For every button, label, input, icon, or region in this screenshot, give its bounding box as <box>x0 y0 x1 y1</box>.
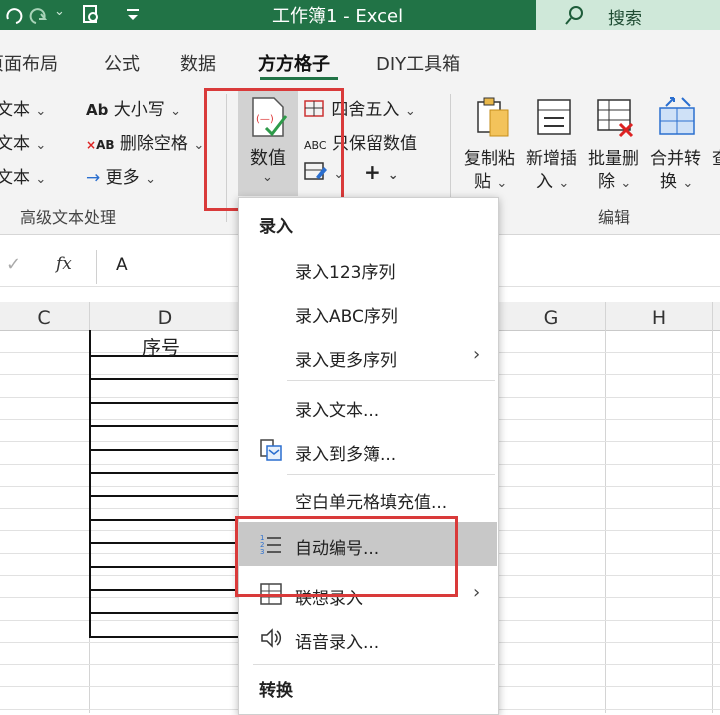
menu-item-input-multi-workbook[interactable]: 录入到多簿... <box>295 440 396 465</box>
merge-convert-button[interactable]: 合并转 换 ⌄ <box>648 92 708 192</box>
multi-workbook-icon <box>260 439 282 461</box>
group-label-edit: 编辑 <box>598 208 631 227</box>
menu-item-input-123[interactable]: 录入123序列 <box>295 258 395 283</box>
column-header-d[interactable]: D <box>90 302 240 330</box>
document-title: 工作簿1 - Excel <box>272 6 404 27</box>
group-label-text: 高级文本处理 <box>20 208 117 227</box>
table-row-border <box>89 378 239 380</box>
case-icon: Ab <box>86 101 109 119</box>
values-highlight-box <box>204 88 344 211</box>
tab-data[interactable]: 数据 <box>180 50 216 76</box>
submenu-arrow-icon: › <box>473 344 481 365</box>
text-item-1[interactable]: 文本 ⌄ <box>0 95 46 120</box>
enter-check-icon[interactable]: ✓ <box>6 254 21 275</box>
tab-page-layout[interactable]: 页面布局 <box>0 50 58 76</box>
text-item-2[interactable]: 文本 ⌄ <box>0 129 46 154</box>
bordered-range <box>89 330 239 638</box>
customize-icon[interactable] <box>124 6 142 24</box>
redo-dropdown-icon[interactable]: ⌄ <box>54 4 65 19</box>
search-label: 搜索 <box>608 9 642 29</box>
auto-number-highlight-box <box>235 516 458 597</box>
column-header-c[interactable]: C <box>0 302 88 330</box>
menu-item-voice-input[interactable]: 语音录入... <box>295 628 379 653</box>
tab-formulas[interactable]: 公式 <box>104 50 140 76</box>
formula-input[interactable]: A <box>116 255 128 275</box>
search-icon <box>565 6 583 25</box>
find-button-partial[interactable]: 查 <box>712 144 720 169</box>
table-row-border <box>89 425 239 427</box>
remove-space-icon: ×AB <box>86 138 115 152</box>
arrow-right-icon: → <box>86 168 101 188</box>
remove-space-button[interactable]: ×AB 删除空格 ⌄ <box>86 129 204 154</box>
column-header-g[interactable]: G <box>496 302 606 330</box>
text-item-3[interactable]: 文本 ⌄ <box>0 163 46 188</box>
speaker-icon <box>261 628 282 648</box>
merge-cells-icon <box>659 97 695 135</box>
insert-rows-icon <box>537 99 571 135</box>
menu-item-input-abc[interactable]: 录入ABC序列 <box>295 302 398 327</box>
redo-icon[interactable] <box>28 5 48 25</box>
menu-item-input-text[interactable]: 录入文本... <box>295 396 379 421</box>
menu-item-input-more[interactable]: 录入更多序列 <box>295 346 397 371</box>
clipboard-icon <box>477 97 509 137</box>
table-row-border <box>89 472 239 474</box>
table-row-border <box>89 449 239 451</box>
table-row-border <box>89 566 239 568</box>
plus-button[interactable]: + ⌄ <box>364 160 399 184</box>
tab-diy-toolbox[interactable]: DIY工具箱 <box>376 50 460 76</box>
print-preview-icon[interactable] <box>80 4 102 26</box>
menu-item-fill-blank[interactable]: 空白单元格填充值... <box>295 488 447 513</box>
submenu-arrow-icon-2: › <box>473 582 481 603</box>
header-cell-d1[interactable]: 序号 <box>142 333 180 360</box>
batch-delete-button[interactable]: 批量删 除 ⌄ <box>586 92 646 192</box>
tab-fangfange[interactable]: 方方格子 <box>258 50 330 76</box>
values-dropdown-menu: 录入 录入123序列 录入ABC序列 录入更多序列 › 录入文本... 录入到多… <box>238 197 499 715</box>
copy-paste-button[interactable]: 复制粘 贴 ⌄ <box>462 92 522 192</box>
search-box[interactable]: 搜索 <box>536 0 720 30</box>
more-button[interactable]: → 更多 ⌄ <box>86 163 156 188</box>
menu-section-convert: 转换 <box>259 681 293 701</box>
table-row-border <box>89 495 239 497</box>
menu-section-input: 录入 <box>259 217 293 237</box>
column-header-h[interactable]: H <box>606 302 712 330</box>
case-button[interactable]: Ab 大小写 ⌄ <box>86 95 181 120</box>
table-row-border <box>89 612 239 614</box>
table-row-border <box>89 519 239 521</box>
table-row-border <box>89 589 239 591</box>
insert-button[interactable]: 新增插 入 ⌄ <box>524 92 584 192</box>
active-tab-underline <box>260 77 338 80</box>
undo-icon[interactable] <box>4 5 24 25</box>
table-row-border <box>89 542 239 544</box>
delete-rows-icon <box>597 99 634 138</box>
fx-icon[interactable]: fx <box>56 254 72 274</box>
table-row-border <box>89 402 239 404</box>
